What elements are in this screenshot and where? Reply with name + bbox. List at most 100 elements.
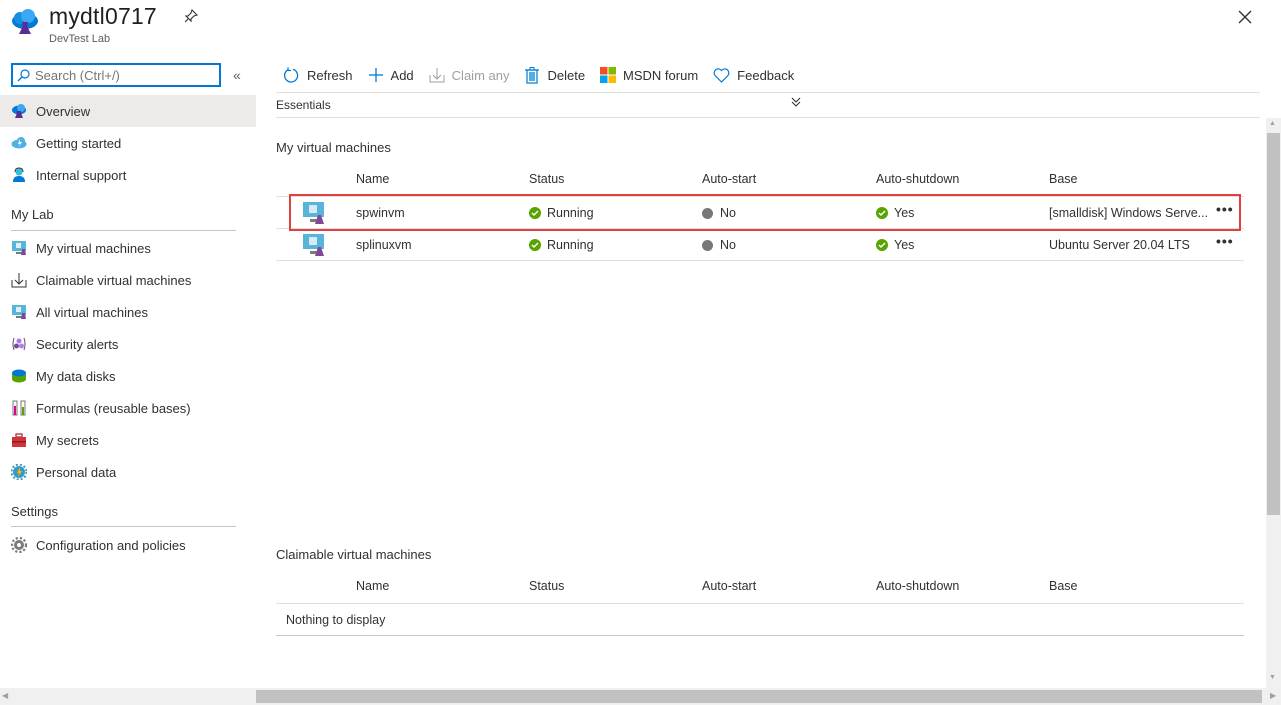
status-text: Running <box>547 238 594 252</box>
more-options-button[interactable]: ••• <box>1216 201 1234 217</box>
sidebar-item-label: Formulas (reusable bases) <box>36 400 191 416</box>
add-label: Add <box>390 67 414 83</box>
sidebar-item-my-virtual-machines[interactable]: My virtual machines <box>0 232 256 264</box>
refresh-icon <box>283 67 299 83</box>
sidebar-item-personal-data[interactable]: Personal data <box>0 456 256 488</box>
claim-any-label: Claim any <box>451 67 510 83</box>
section-divider <box>11 526 236 527</box>
column-header-status[interactable]: Status <box>529 579 564 593</box>
scroll-down-arrow[interactable]: ▼ <box>1269 674 1276 681</box>
sidebar-item-all-virtual-machines[interactable]: All virtual machines <box>0 296 256 328</box>
column-header-status[interactable]: Status <box>529 172 564 186</box>
trash-icon <box>525 66 540 84</box>
check-circle-icon <box>529 239 541 251</box>
support-person-icon <box>13 167 25 182</box>
column-header-auto-shutdown[interactable]: Auto-shutdown <box>876 579 959 593</box>
scroll-up-arrow[interactable]: ▲ <box>1269 120 1276 127</box>
cloud-bolt-icon <box>11 137 27 149</box>
msdn-forum-label: MSDN forum <box>623 67 699 83</box>
horizontal-scrollbar[interactable]: ◀ ▶ <box>0 688 1281 705</box>
vm-icon <box>303 234 324 256</box>
data-disk-icon <box>12 369 26 383</box>
essentials-panel[interactable]: Essentials <box>276 92 1260 118</box>
heart-icon <box>713 67 730 83</box>
search-input[interactable] <box>35 66 215 84</box>
sidebar-item-label: All virtual machines <box>36 304 148 320</box>
pin-icon[interactable] <box>183 8 199 24</box>
sidebar-item-security-alerts[interactable]: Security alerts <box>0 328 256 360</box>
sidebar-item-configuration-and-policies[interactable]: Configuration and policies <box>0 529 256 561</box>
column-header-auto-start[interactable]: Auto-start <box>702 579 756 593</box>
section-header-my-lab: My Lab <box>11 207 54 222</box>
vm-auto-shutdown: Yes <box>876 206 914 220</box>
horizontal-scrollbar-thumb[interactable] <box>256 690 1262 703</box>
vm-name[interactable]: spwinvm <box>356 206 405 220</box>
claimable-vms-title: Claimable virtual machines <box>276 547 432 562</box>
auto-shutdown-text: Yes <box>894 206 915 220</box>
vertical-scrollbar-thumb[interactable] <box>1267 133 1280 515</box>
section-divider <box>11 230 236 231</box>
vm-status: Running <box>529 238 594 252</box>
column-header-auto-start[interactable]: Auto-start <box>702 172 756 186</box>
table-row[interactable]: spwinvm Running No Yes [smalldisk] Windo… <box>276 197 1244 229</box>
sidebar-item-claimable-virtual-machines[interactable]: Claimable virtual machines <box>0 264 256 296</box>
vertical-scrollbar[interactable]: ▲ ▼ <box>1266 118 1281 688</box>
table-row[interactable]: splinuxvm Running No Yes Ubuntu Server 2… <box>276 229 1244 261</box>
column-header-name[interactable]: Name <box>356 579 389 593</box>
sidebar-item-label: My data disks <box>36 368 116 384</box>
sidebar-item-formulas[interactable]: Formulas (reusable bases) <box>0 392 256 424</box>
page-title: mydtl0717 <box>49 3 157 29</box>
vm-name[interactable]: splinuxvm <box>356 238 412 252</box>
sidebar-item-label: Overview <box>36 103 91 119</box>
add-button[interactable]: Add <box>368 67 414 83</box>
search-box[interactable] <box>11 63 221 87</box>
disabled-dot-icon <box>702 239 713 251</box>
sidebar-item-my-data-disks[interactable]: My data disks <box>0 360 256 392</box>
gear-icon <box>11 537 27 553</box>
table-header-divider <box>276 603 1244 604</box>
vm-base: [smalldisk] Windows Serve... <box>1049 206 1209 220</box>
sidebar-item-label: Security alerts <box>36 336 119 352</box>
section-header-settings: Settings <box>11 504 58 519</box>
sidebar-item-internal-support[interactable]: Internal support <box>0 159 256 191</box>
scroll-right-arrow[interactable]: ▶ <box>1270 691 1276 700</box>
sidebar-item-label: My virtual machines <box>36 240 151 256</box>
sidebar-item-label: Claimable virtual machines <box>36 272 192 288</box>
secrets-toolbox-icon <box>12 433 26 447</box>
delete-button[interactable]: Delete <box>524 66 586 84</box>
delete-label: Delete <box>547 67 586 83</box>
scroll-left-arrow[interactable]: ◀ <box>2 691 8 700</box>
refresh-button[interactable]: Refresh <box>283 67 353 84</box>
sidebar-item-label: Personal data <box>36 464 117 480</box>
sidebar-item-getting-started[interactable]: Getting started <box>0 127 256 159</box>
collapse-sidebar-button[interactable]: « <box>233 67 241 83</box>
devtest-lab-icon <box>12 9 38 34</box>
column-header-auto-shutdown[interactable]: Auto-shutdown <box>876 172 959 186</box>
plus-icon <box>368 68 383 82</box>
vm-status: Running <box>529 206 594 220</box>
feedback-button[interactable]: Feedback <box>713 68 794 83</box>
sidebar-item-my-secrets[interactable]: My secrets <box>0 424 256 456</box>
my-vms-title: My virtual machines <box>276 140 391 155</box>
disabled-dot-icon <box>702 207 713 219</box>
claim-download-icon <box>11 273 27 288</box>
page-subtitle: DevTest Lab <box>49 33 111 45</box>
check-circle-icon <box>876 207 888 219</box>
column-header-name[interactable]: Name <box>356 172 389 186</box>
formula-tubes-icon <box>12 400 26 416</box>
chevron-double-down-icon[interactable] <box>791 97 801 110</box>
column-header-base[interactable]: Base <box>1049 172 1078 186</box>
claim-download-icon <box>429 68 445 83</box>
msdn-forum-button[interactable]: MSDN forum <box>600 67 698 83</box>
sidebar-item-label: Getting started <box>36 135 122 151</box>
claim-any-button[interactable]: Claim any <box>429 67 510 83</box>
essentials-label: Essentials <box>276 98 331 112</box>
column-header-base[interactable]: Base <box>1049 579 1078 593</box>
auto-start-text: No <box>720 206 736 220</box>
close-icon[interactable] <box>1236 8 1254 26</box>
sidebar-item-overview[interactable]: Overview <box>0 95 256 127</box>
vm-base: Ubuntu Server 20.04 LTS <box>1049 238 1190 252</box>
auto-shutdown-text: Yes <box>894 238 915 252</box>
more-options-button[interactable]: ••• <box>1216 233 1234 249</box>
search-icon <box>17 69 30 82</box>
